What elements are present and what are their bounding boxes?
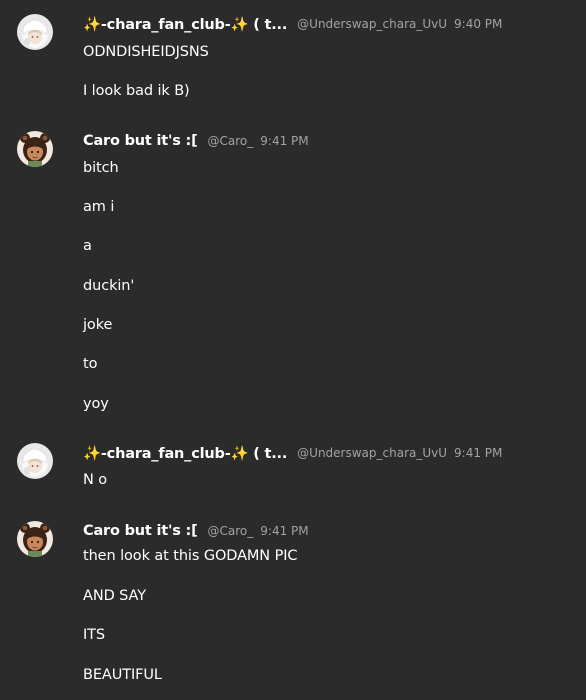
username[interactable]: Caro but it's :[ xyxy=(83,133,198,149)
message-header: Caro but it's :[ @Caro_ 9:41 PM xyxy=(83,521,309,541)
message-timestamp: 9:41 PM xyxy=(260,134,309,148)
message-text: N o xyxy=(83,472,108,488)
message-text: to xyxy=(83,356,98,372)
chat-message-list: ✨-chara_fan_club-✨ ( t... @Underswap_cha… xyxy=(0,0,586,700)
message-text: I look bad ik B) xyxy=(83,83,190,99)
message-text: then look at this GODAMN PIC xyxy=(83,548,298,564)
user-handle[interactable]: @Underswap_chara_UvU xyxy=(297,17,447,31)
message-text: duckin' xyxy=(83,278,135,294)
username[interactable]: ✨-chara_fan_club-✨ ( t... xyxy=(83,16,287,33)
message-timestamp: 9:41 PM xyxy=(454,446,503,460)
username[interactable]: Caro but it's :[ xyxy=(83,523,198,539)
user-avatar[interactable] xyxy=(17,521,53,557)
bear-ears-girl-avatar-icon xyxy=(17,521,53,557)
message-text: ITS xyxy=(83,627,106,643)
message-text: AND SAY xyxy=(83,588,146,604)
message-text: BEAUTIFUL xyxy=(83,667,162,683)
message-timestamp: 9:41 PM xyxy=(260,524,309,538)
user-handle[interactable]: @Caro_ xyxy=(208,134,254,148)
message-text: joke xyxy=(83,317,113,333)
user-avatar[interactable] xyxy=(17,131,53,167)
message-text: bitch xyxy=(83,160,119,176)
message-header: Caro but it's :[ @Caro_ 9:41 PM xyxy=(83,131,309,151)
message-text: yoy xyxy=(83,396,109,412)
message-header: ✨-chara_fan_club-✨ ( t... @Underswap_cha… xyxy=(83,14,502,34)
user-handle[interactable]: @Caro_ xyxy=(208,524,254,538)
message-timestamp: 9:40 PM xyxy=(454,17,503,31)
white-hooded-avatar-icon xyxy=(17,443,53,479)
white-hooded-avatar-icon xyxy=(17,14,53,50)
message-text: am i xyxy=(83,199,115,215)
user-handle[interactable]: @Underswap_chara_UvU xyxy=(297,446,447,460)
user-avatar[interactable] xyxy=(17,443,53,479)
message-text: a xyxy=(83,238,92,254)
username[interactable]: ✨-chara_fan_club-✨ ( t... xyxy=(83,445,287,462)
bear-ears-girl-avatar-icon xyxy=(17,131,53,167)
message-text: ODNDISHEIDJSNS xyxy=(83,44,209,60)
user-avatar[interactable] xyxy=(17,14,53,50)
message-header: ✨-chara_fan_club-✨ ( t... @Underswap_cha… xyxy=(83,443,502,463)
